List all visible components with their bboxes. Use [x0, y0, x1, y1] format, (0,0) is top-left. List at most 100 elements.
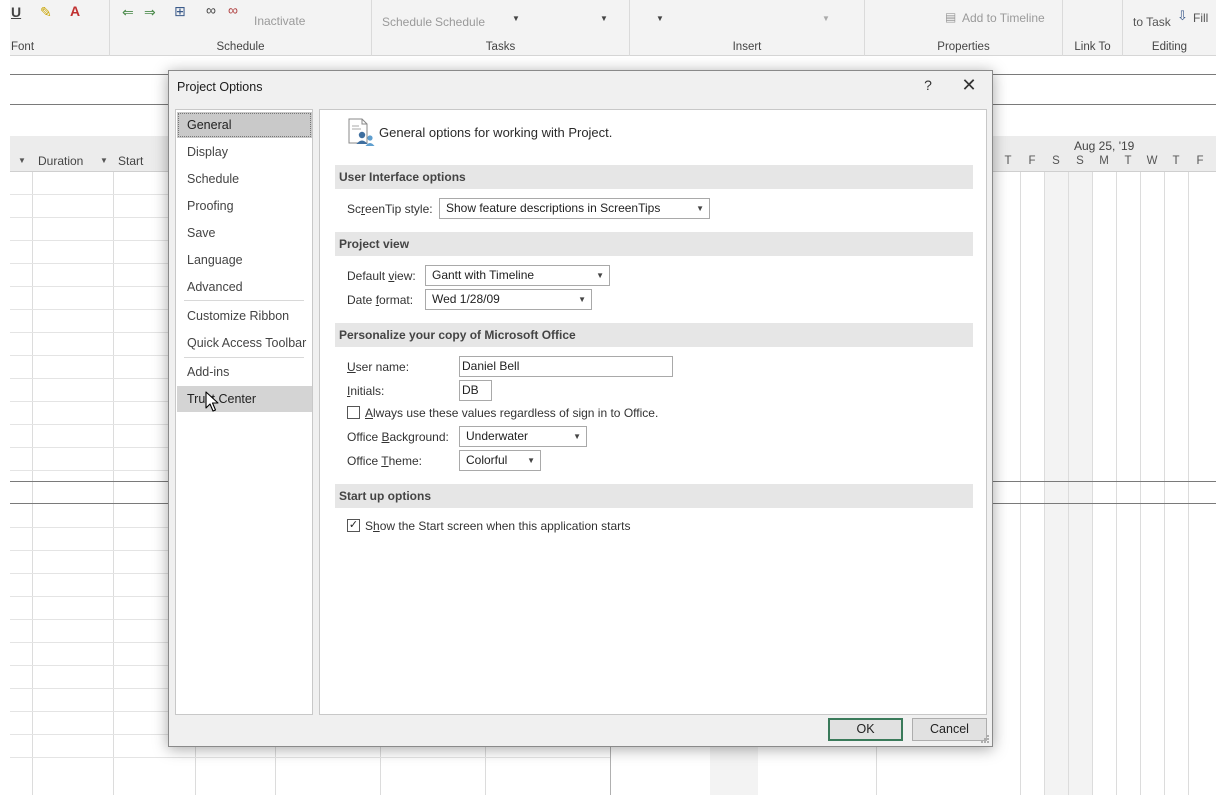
default-view-label: Default view:: [347, 269, 416, 283]
screentip-style-label: ScreenTip style:: [347, 202, 433, 216]
options-content: General options for working with Project…: [319, 109, 987, 715]
general-options-icon: [348, 118, 375, 146]
gantt-column-line: [1092, 172, 1093, 795]
day-label: T: [1172, 155, 1180, 167]
ribbon-group-schedule: ⇐ ⇒ ⊞ ∞ ∞ Inactivate Schedule: [110, 0, 372, 56]
day-label: M: [1099, 155, 1109, 167]
unlink-icon[interactable]: ∞: [228, 2, 238, 18]
nav-divider: [184, 357, 304, 358]
grid-column-line: [32, 172, 33, 795]
column-menu-icon[interactable]: ▼: [18, 156, 26, 165]
nav-item-quick-access-toolbar[interactable]: Quick Access Toolbar: [177, 330, 312, 356]
day-label: S: [1076, 155, 1084, 167]
font-color-icon[interactable]: A: [70, 3, 80, 19]
ribbon-insert-label: Insert: [732, 41, 762, 53]
user-name-label: User name:: [347, 360, 410, 374]
office-theme-dropdown[interactable]: Colorful ▼: [459, 450, 541, 471]
day-label: S: [1052, 155, 1060, 167]
day-label: F: [1028, 155, 1036, 167]
mouse-pointer-icon: [205, 391, 219, 412]
nav-item-customize-ribbon[interactable]: Customize Ribbon: [177, 303, 312, 329]
gantt-column-line: [1116, 172, 1117, 795]
default-view-value: Gantt with Timeline: [432, 268, 535, 282]
default-view-dropdown[interactable]: Gantt with Timeline ▼: [425, 265, 610, 286]
link-icon[interactable]: ∞: [206, 2, 216, 18]
inactivate-button[interactable]: Inactivate: [254, 14, 305, 28]
ribbon-group-editing: to Task ⇩ Fill Editing: [1123, 0, 1216, 56]
nav-item-language[interactable]: Language: [177, 247, 312, 273]
user-name-field[interactable]: Daniel Bell: [459, 356, 673, 377]
gantt-column-line: [1140, 172, 1141, 795]
nav-item-trust-center[interactable]: Trust Center: [177, 386, 312, 412]
mode-dropdown-icon[interactable]: ▼: [600, 14, 608, 23]
task-dropdown-icon[interactable]: ▼: [656, 14, 664, 23]
fill-icon[interactable]: ⇩: [1177, 8, 1188, 24]
section-user-interface-options: User Interface options: [335, 165, 973, 189]
ok-button[interactable]: OK: [828, 718, 903, 741]
initials-label: Initials:: [347, 384, 385, 398]
nav-item-proofing[interactable]: Proofing: [177, 193, 312, 219]
screentip-style-dropdown[interactable]: Show feature descriptions in ScreenTips …: [439, 198, 710, 219]
day-label: T: [1004, 155, 1012, 167]
office-background-value: Underwater: [466, 429, 529, 443]
always-use-values-label[interactable]: Always use these values regardless of si…: [365, 406, 658, 420]
timeline-icon: ▤: [945, 10, 957, 24]
ribbon-group-font: U ✎ A Font: [10, 0, 110, 56]
nav-item-display[interactable]: Display: [177, 139, 312, 165]
indent-icon[interactable]: ⇒: [144, 4, 156, 21]
chevron-down-icon: ▼: [578, 295, 586, 304]
date-format-label: Date format:: [347, 293, 414, 307]
deliverable-dropdown-icon[interactable]: ▼: [822, 14, 830, 23]
ribbon: U ✎ A Font ⇐ ⇒ ⊞ ∞ ∞ Inactivate Schedule…: [10, 0, 1216, 56]
auto-schedule-button[interactable]: Schedule: [435, 15, 485, 29]
show-start-screen-label[interactable]: Show the Start screen when this applicat…: [365, 519, 631, 533]
column-header-duration[interactable]: Duration: [38, 154, 83, 168]
outdent-icon[interactable]: ⇐: [122, 4, 134, 21]
project-options-dialog: Project Options ? ✕ General Display Sche…: [168, 70, 993, 747]
split-icon[interactable]: ⊞: [174, 3, 186, 20]
always-use-values-checkbox[interactable]: [347, 406, 360, 419]
nav-item-add-ins[interactable]: Add-ins: [177, 359, 312, 385]
date-format-dropdown[interactable]: Wed 1/28/09 ▼: [425, 289, 592, 310]
duration-sort-icon[interactable]: ▼: [100, 156, 108, 165]
chevron-down-icon: ▼: [573, 432, 581, 441]
nav-divider: [184, 300, 304, 301]
ribbon-editing-label: Editing: [1151, 41, 1188, 53]
ribbon-group-linkto: Link To: [1063, 0, 1123, 56]
manually-schedule-button[interactable]: Schedule: [382, 15, 432, 29]
general-options-heading: General options for working with Project…: [379, 125, 613, 140]
nav-item-schedule[interactable]: Schedule: [177, 166, 312, 192]
nav-item-save[interactable]: Save: [177, 220, 312, 246]
highlight-icon[interactable]: ✎: [40, 4, 52, 21]
inspect-dropdown-icon[interactable]: ▼: [512, 14, 520, 23]
cancel-button[interactable]: Cancel: [912, 718, 987, 741]
ribbon-group-insert: ▼ ▼ Insert: [630, 0, 865, 56]
gantt-column-line: [1188, 172, 1189, 795]
scroll-to-task-button[interactable]: to Task: [1133, 15, 1171, 29]
help-icon[interactable]: ?: [921, 77, 935, 93]
ribbon-tasks-label: Tasks: [485, 41, 516, 53]
initials-field[interactable]: DB: [459, 380, 492, 401]
office-background-dropdown[interactable]: Underwater ▼: [459, 426, 587, 447]
resize-grip-icon[interactable]: [980, 734, 990, 744]
add-to-timeline-button[interactable]: Add to Timeline: [962, 11, 1045, 25]
underline-icon[interactable]: U: [11, 4, 21, 20]
office-theme-label: Office Theme:: [347, 454, 422, 468]
nav-item-advanced[interactable]: Advanced: [177, 274, 312, 300]
nav-item-general[interactable]: General: [177, 112, 312, 138]
show-start-screen-checkbox[interactable]: ✓: [347, 519, 360, 532]
ribbon-properties-label: Properties: [937, 41, 990, 53]
fill-button[interactable]: Fill: [1193, 11, 1208, 25]
section-project-view: Project view: [335, 232, 973, 256]
dialog-title: Project Options: [177, 80, 263, 94]
gantt-column-line: [1164, 172, 1165, 795]
ribbon-group-tasks: Schedule Schedule ▼ ▼ Tasks: [372, 0, 630, 56]
gantt-column-line: [1044, 172, 1045, 795]
column-header-start[interactable]: Start: [118, 154, 143, 168]
close-icon[interactable]: ✕: [959, 75, 979, 96]
table-row: [10, 757, 610, 758]
day-label: T: [1124, 155, 1132, 167]
ribbon-font-label: Font: [11, 41, 35, 53]
gantt-column-line: [1068, 172, 1069, 795]
chevron-down-icon: ▼: [527, 456, 535, 465]
